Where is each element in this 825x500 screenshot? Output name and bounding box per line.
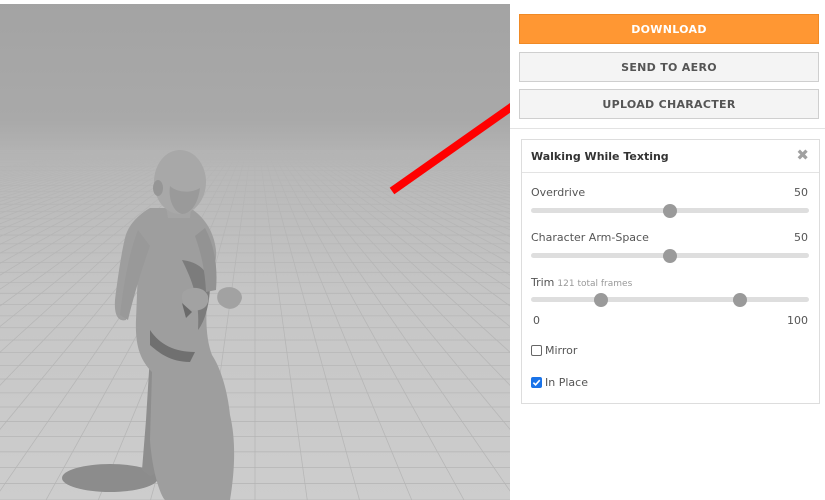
download-button[interactable]: DOWNLOAD <box>519 14 819 44</box>
overdrive-label: Overdrive <box>531 186 586 199</box>
in-place-option[interactable]: In Place <box>531 376 588 389</box>
trim-frames-note: 121 total frames <box>557 279 633 289</box>
trim-max-value: 100 <box>787 314 808 327</box>
card-divider <box>522 172 819 173</box>
arm-space-label: Character Arm-Space <box>531 231 649 244</box>
overdrive-slider[interactable] <box>531 204 809 218</box>
trim-label: Trim 121 total frames <box>531 276 632 289</box>
trim-start-handle[interactable] <box>593 293 608 307</box>
character-model <box>62 150 242 500</box>
arm-space-slider[interactable] <box>531 249 809 263</box>
mirror-label: Mirror <box>545 344 578 357</box>
arm-space-slider-handle[interactable] <box>663 249 677 263</box>
overdrive-value: 50 <box>794 186 808 199</box>
trim-range-slider[interactable] <box>531 293 809 307</box>
trim-label-text: Trim <box>531 276 555 289</box>
mirror-option[interactable]: Mirror <box>531 344 577 357</box>
upload-character-button[interactable]: UPLOAD CHARACTER <box>519 89 819 119</box>
animation-title: Walking While Texting <box>531 150 669 163</box>
panel-divider <box>510 128 825 129</box>
overdrive-slider-handle[interactable] <box>663 204 677 218</box>
trim-min-value: 0 <box>533 314 540 327</box>
3d-viewport[interactable] <box>0 0 510 500</box>
in-place-label: In Place <box>545 376 588 389</box>
send-to-aero-button[interactable]: SEND TO AERO <box>519 52 819 82</box>
arm-space-value: 50 <box>794 231 808 244</box>
close-icon[interactable]: ✖ <box>796 146 809 164</box>
in-place-checkbox[interactable] <box>531 377 542 388</box>
trim-end-handle[interactable] <box>732 293 747 307</box>
mirror-checkbox[interactable] <box>531 345 542 356</box>
side-panel: DOWNLOAD SEND TO AERO UPLOAD CHARACTER W… <box>510 0 825 500</box>
animation-settings-card: Walking While Texting ✖ Overdrive 50 Cha… <box>521 139 820 404</box>
